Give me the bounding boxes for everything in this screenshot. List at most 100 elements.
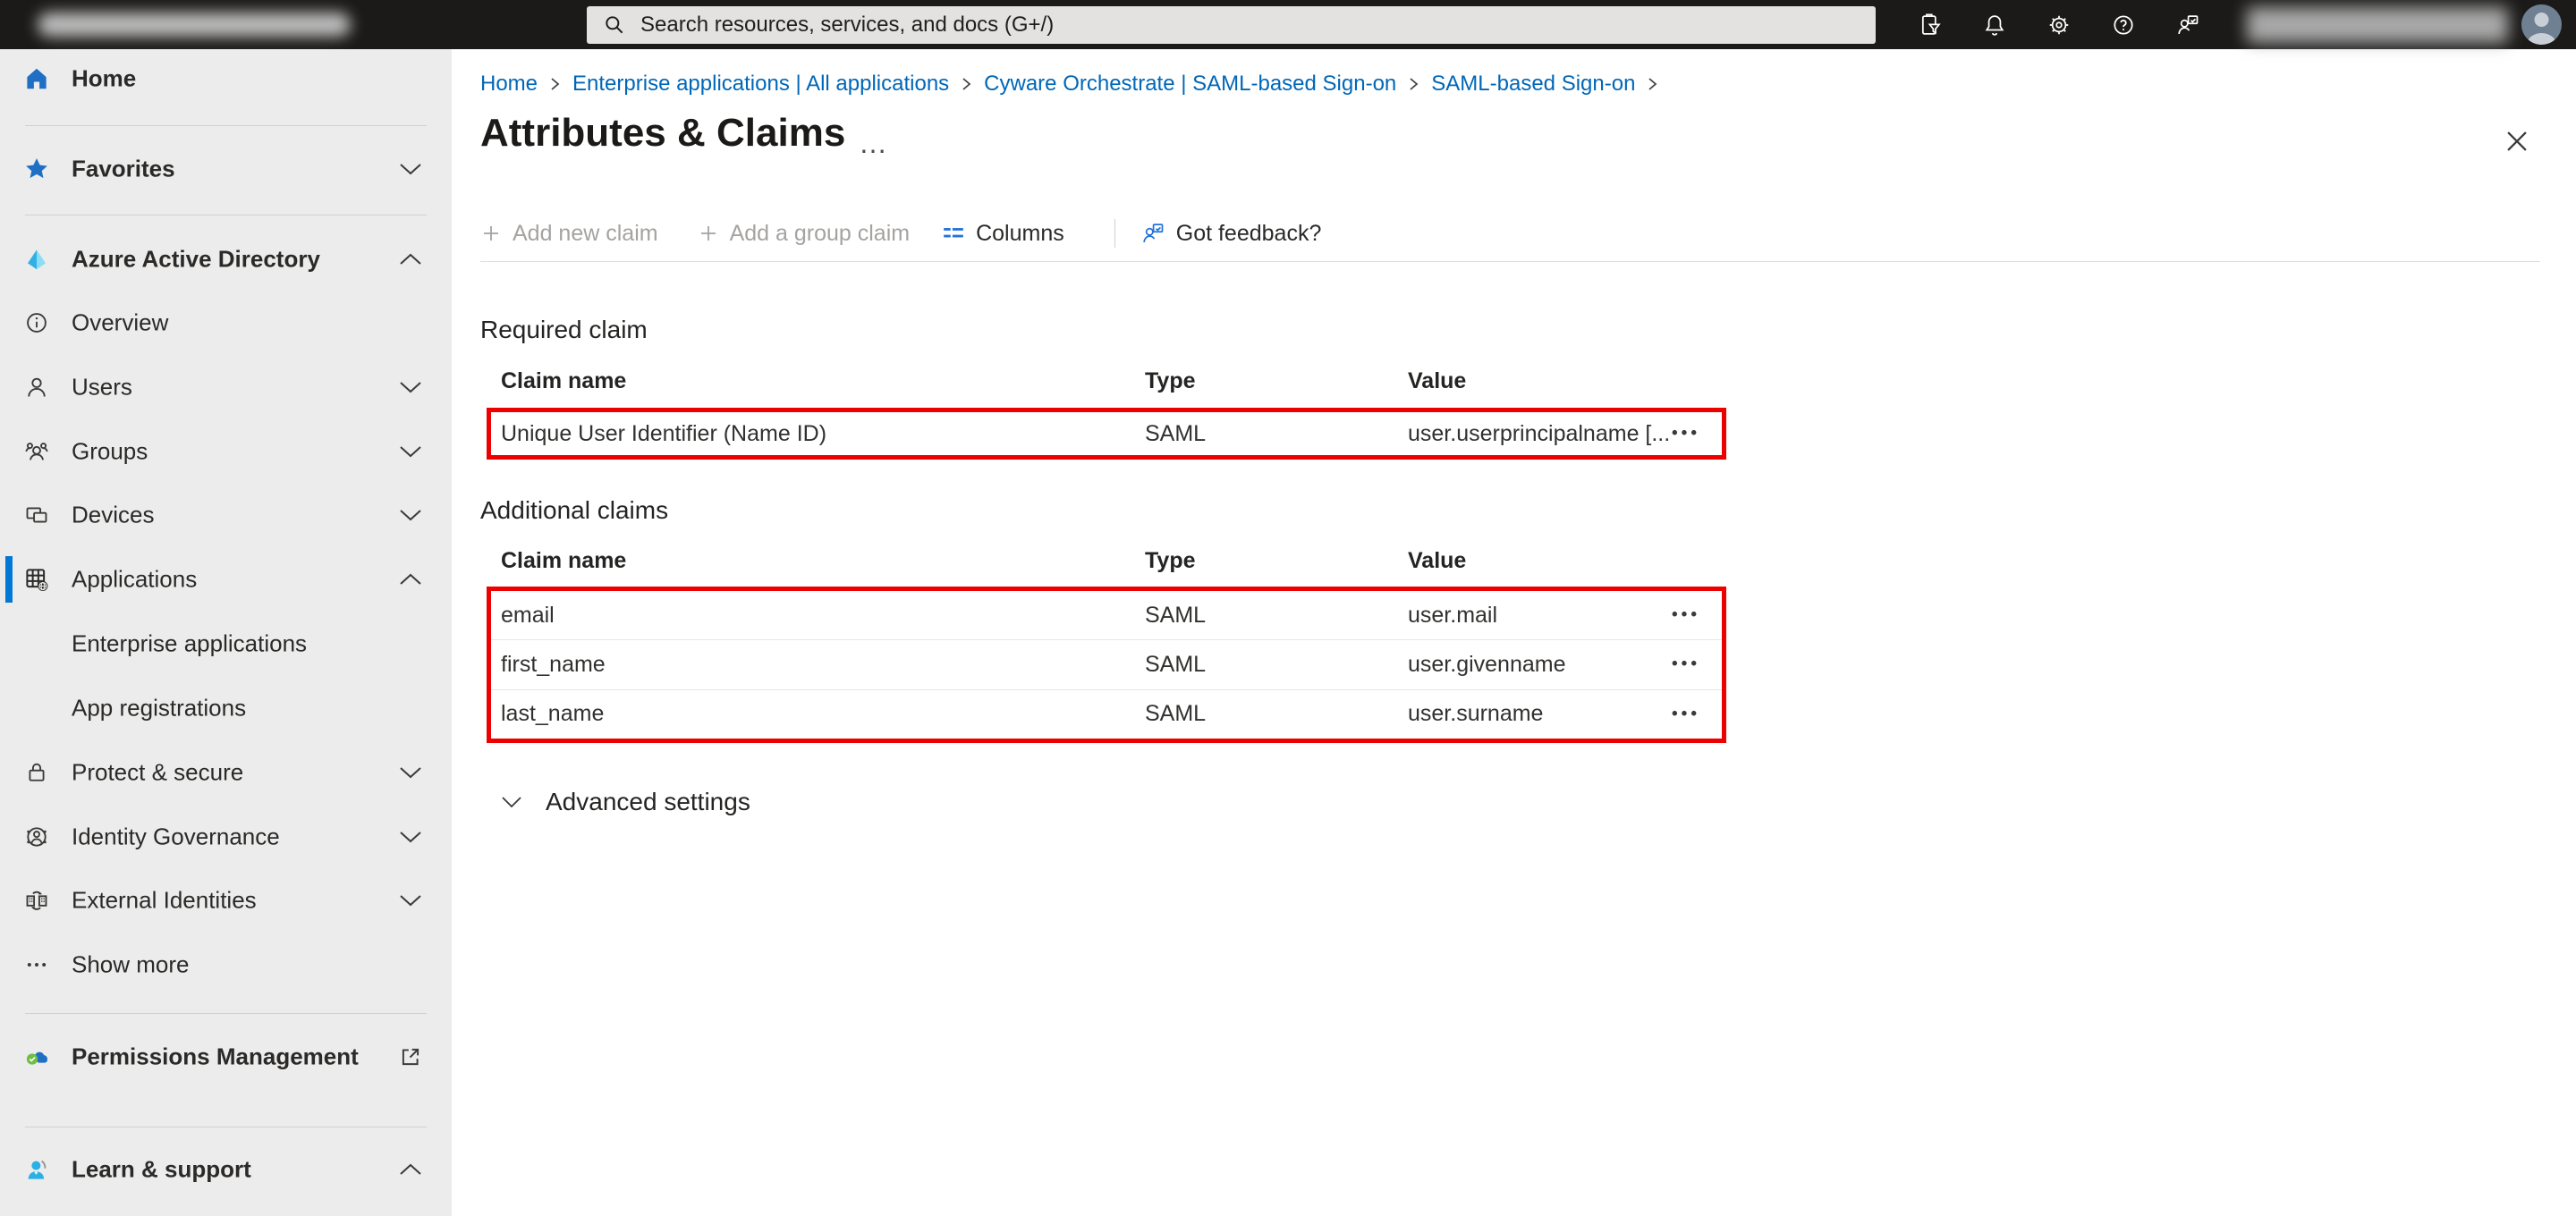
sidebar-item-label: Protect & secure [72, 758, 244, 786]
search-box[interactable] [587, 6, 1876, 44]
settings-gear-icon[interactable] [2041, 7, 2077, 43]
claim-row[interactable]: last_name SAML user.surname ••• [491, 688, 1722, 739]
sidebar-item-learn-support[interactable]: Learn & support [0, 1143, 452, 1196]
learn-support-icon [21, 1154, 52, 1185]
claim-name-cell: email [501, 602, 555, 628]
required-claim-heading: Required claim [480, 316, 648, 343]
column-header: Type [1145, 548, 1196, 573]
columns-button[interactable]: Columns [942, 221, 1064, 247]
row-menu-ellipsis-icon[interactable]: ••• [1672, 654, 1700, 674]
search-input[interactable] [639, 12, 1447, 38]
sidebar-item-label: Identity Governance [72, 823, 280, 850]
chevron-down-icon [399, 894, 422, 907]
claim-row[interactable]: email SAML user.mail ••• [491, 591, 1722, 639]
avatar[interactable] [2521, 4, 2562, 45]
topbar [0, 0, 2576, 49]
close-icon[interactable] [2501, 125, 2533, 157]
page-menu-ellipsis-icon[interactable]: … [859, 127, 889, 160]
feedback-icon[interactable] [2170, 7, 2206, 43]
sidebar-item-label: External Identities [72, 886, 257, 914]
row-menu-ellipsis-icon[interactable]: ••• [1672, 605, 1700, 625]
sidebar-item-label: Enterprise applications [72, 629, 308, 657]
breadcrumb-link-enterprise-applications[interactable]: Enterprise applications | All applicatio… [572, 72, 949, 97]
advanced-settings-toggle[interactable]: Advanced settings [501, 787, 750, 817]
sidebar-item-label: Favorites [72, 155, 175, 182]
chevron-down-icon [399, 445, 422, 458]
sidebar-item-external-identities[interactable]: External Identities [0, 874, 452, 927]
additional-claims-table-header: Claim name Type Value [491, 548, 1722, 574]
claim-value-cell: user.userprincipalname [... [1408, 420, 1671, 446]
sidebar-item-app-registrations[interactable]: App registrations [0, 681, 452, 735]
search-icon [603, 13, 626, 37]
help-icon[interactable] [2106, 7, 2141, 43]
additional-claims-highlight-box: email SAML user.mail ••• first_name SAML… [487, 587, 1726, 743]
sidebar-item-devices[interactable]: Devices [0, 488, 452, 542]
sidebar-item-label: Applications [72, 565, 198, 593]
columns-label: Columns [976, 220, 1064, 246]
row-menu-ellipsis-icon[interactable]: ••• [1672, 705, 1700, 724]
required-claim-highlight-box: Unique User Identifier (Name ID) SAML us… [487, 408, 1726, 460]
chevron-down-icon [501, 796, 522, 808]
got-feedback-label: Got feedback? [1175, 220, 1322, 246]
claim-name-cell: first_name [501, 651, 606, 677]
chevron-down-icon [399, 509, 422, 521]
topbar-icon-group [1912, 0, 2206, 49]
row-menu-ellipsis-icon[interactable]: ••• [1672, 424, 1700, 443]
sidebar-item-show-more[interactable]: Show more [0, 938, 452, 992]
claim-value-cell: user.mail [1408, 602, 1498, 628]
sidebar-item-azure-active-directory[interactable]: Azure Active Directory [0, 232, 452, 286]
sidebar-item-label: Learn & support [72, 1155, 251, 1183]
sidebar-item-users[interactable]: Users [0, 360, 452, 414]
breadcrumb-separator-icon [1408, 76, 1419, 92]
sidebar-item-protect-secure[interactable]: Protect & secure [0, 746, 452, 799]
claim-value-cell: user.surname [1408, 701, 1544, 727]
got-feedback-button[interactable]: Got feedback? [1140, 220, 1322, 247]
breadcrumb-link-saml-sign-on[interactable]: SAML-based Sign-on [1431, 72, 1635, 97]
column-header: Value [1408, 368, 1467, 393]
breadcrumb-link-home[interactable]: Home [480, 72, 538, 97]
divider [25, 125, 427, 126]
claim-type-cell: SAML [1145, 602, 1207, 628]
sidebar-item-overview[interactable]: Overview [0, 296, 452, 350]
home-icon [21, 63, 52, 94]
sidebar-item-label: Home [72, 64, 137, 92]
breadcrumb-link-cyware-orchestrate[interactable]: Cyware Orchestrate | SAML-based Sign-on [984, 72, 1396, 97]
add-group-claim-button[interactable]: Add a group claim [698, 221, 910, 247]
claim-type-cell: SAML [1145, 701, 1207, 727]
devices-icon [21, 500, 52, 530]
changelog-filter-icon[interactable] [1912, 7, 1948, 43]
sidebar-item-favorites[interactable]: Favorites [0, 142, 452, 196]
sidebar-item-label: Devices [72, 501, 155, 528]
required-claim-table-header: Claim name Type Value [491, 368, 1722, 394]
sidebar-item-groups[interactable]: Groups [0, 425, 452, 478]
logo-redacted [38, 13, 351, 37]
app-window: Home Favorites Azure Active Direct [0, 0, 2576, 1216]
toolbar-divider [1114, 219, 1115, 248]
ellipsis-icon [21, 950, 52, 980]
add-new-claim-button[interactable]: Add new claim [480, 221, 658, 247]
plus-icon [480, 223, 502, 244]
column-header: Claim name [501, 548, 627, 573]
group-icon [21, 436, 52, 467]
sidebar-item-label: Azure Active Directory [72, 245, 320, 273]
star-icon [21, 154, 52, 184]
sidebar-item-applications[interactable]: Applications [0, 553, 452, 606]
permissions-management-icon [21, 1042, 52, 1072]
feedback-person-icon [1140, 221, 1165, 246]
sidebar-item-permissions-management[interactable]: Permissions Management [0, 1030, 452, 1084]
sidebar-item-identity-governance[interactable]: Identity Governance [0, 810, 452, 864]
breadcrumb: Home Enterprise applications | All appli… [480, 72, 1658, 97]
command-bar: Add new claim Add a group claim Columns [480, 213, 1321, 254]
breadcrumb-separator-icon [549, 76, 561, 92]
sidebar-item-enterprise-applications[interactable]: Enterprise applications [0, 617, 452, 671]
account-info-redacted[interactable] [2247, 7, 2508, 43]
sidebar-item-label: Overview [72, 308, 169, 336]
claim-name-cell: last_name [501, 701, 605, 727]
claim-row[interactable]: Unique User Identifier (Name ID) SAML us… [491, 412, 1722, 455]
column-header: Type [1145, 368, 1196, 393]
claim-value-cell: user.givenname [1408, 651, 1566, 677]
notifications-bell-icon[interactable] [1977, 7, 2012, 43]
divider [25, 1013, 427, 1014]
claim-row[interactable]: first_name SAML user.givenname ••• [491, 639, 1722, 688]
sidebar-item-home[interactable]: Home [0, 52, 452, 106]
